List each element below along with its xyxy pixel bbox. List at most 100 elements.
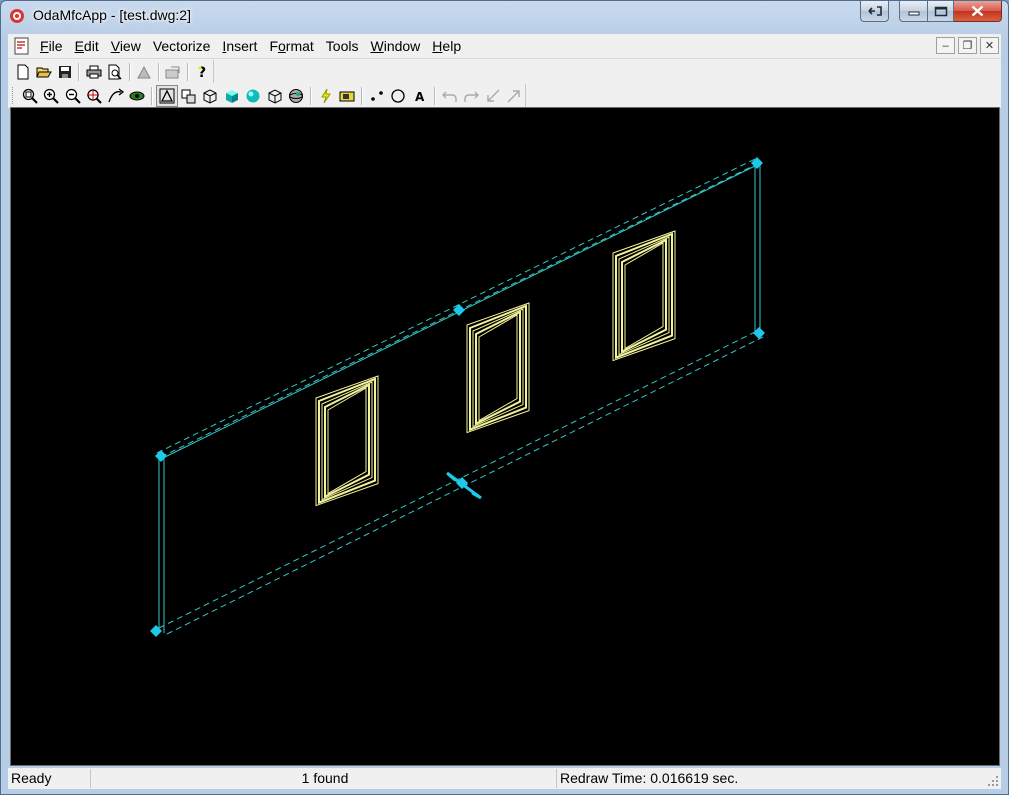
circle-button[interactable] xyxy=(388,85,410,107)
open-folder-icon xyxy=(35,67,52,77)
standard-toolbar: ? xyxy=(8,60,214,83)
2d-wireframe-icon xyxy=(159,88,175,103)
restore-window-icon xyxy=(867,6,882,16)
menu-file-rest: ile xyxy=(48,38,63,54)
menu-tools[interactable]: Tools xyxy=(320,34,365,58)
new-button[interactable] xyxy=(12,61,33,83)
redo-button[interactable] xyxy=(460,85,482,107)
flat-shaded-button[interactable] xyxy=(221,85,243,107)
render-icon xyxy=(339,91,355,101)
hidden-line-button[interactable] xyxy=(178,85,200,107)
2d-wireframe-button[interactable] xyxy=(156,84,178,107)
mdi-close-button[interactable]: ✕ xyxy=(980,37,999,54)
arrow-ne-button[interactable] xyxy=(503,85,525,107)
drawing-viewport[interactable] xyxy=(10,107,1000,766)
maximize-button[interactable] xyxy=(928,1,954,22)
zoom-extents-button[interactable] xyxy=(84,85,106,107)
separator xyxy=(151,86,154,105)
window-title: OdaMfcApp - [test.dwg:2] xyxy=(33,7,191,23)
text-icon: A xyxy=(415,90,425,104)
toolbar-grip[interactable] xyxy=(12,87,16,104)
print-icon xyxy=(86,65,102,78)
save-button[interactable] xyxy=(54,61,75,83)
render-button[interactable] xyxy=(337,85,359,107)
menu-view[interactable]: View xyxy=(105,34,147,58)
minimize-button[interactable] xyxy=(899,1,928,22)
title-bar[interactable]: OdaMfcApp - [test.dwg:2] xyxy=(1,1,1008,31)
menu-file[interactable]: File xyxy=(37,34,69,58)
pageset-button[interactable] xyxy=(134,61,155,83)
open-button[interactable] xyxy=(33,61,54,83)
window-1-frame-1 xyxy=(318,377,376,505)
mdi-minimize-button[interactable]: – xyxy=(936,37,955,54)
menu-help[interactable]: Help xyxy=(426,34,467,58)
regen-button[interactable] xyxy=(315,85,337,107)
pan-icon xyxy=(108,87,124,102)
menu-window[interactable]: Window xyxy=(364,34,426,58)
view-toolbar: A xyxy=(8,84,526,107)
minimize-icon xyxy=(908,11,919,16)
grip-bottom-left xyxy=(150,625,162,637)
menu-vectorize[interactable]: Vectorize xyxy=(147,34,217,58)
print-button[interactable] xyxy=(83,61,104,83)
arrow-sw-button[interactable] xyxy=(482,85,504,107)
orbit-button[interactable] xyxy=(127,85,149,107)
help-button[interactable]: ? xyxy=(192,61,213,83)
orbit-icon xyxy=(129,91,145,100)
gouraud-shaded-button[interactable] xyxy=(242,85,264,107)
zoom-in-button[interactable] xyxy=(40,85,62,107)
separator xyxy=(128,62,131,81)
flat-shaded-icon xyxy=(225,89,238,103)
cad-drawing[interactable] xyxy=(11,108,999,765)
mdi-restore-icon: ❐ xyxy=(962,40,973,52)
help-icon: ? xyxy=(198,65,206,80)
window-2-frame-4 xyxy=(478,314,518,422)
3d-wireframe-icon xyxy=(203,88,217,104)
circle-icon xyxy=(391,88,406,103)
gouraud-edges-button[interactable] xyxy=(286,85,308,107)
window-1-frame-2 xyxy=(321,381,373,501)
status-ready: Ready xyxy=(11,770,52,786)
flat-edges-icon xyxy=(268,88,282,104)
mdi-close-icon: ✕ xyxy=(984,40,995,52)
print-preview-button[interactable] xyxy=(105,61,126,83)
resize-grip-icon[interactable] xyxy=(987,775,999,787)
hidden-line-icon xyxy=(181,89,196,103)
pan-button[interactable] xyxy=(105,85,127,107)
point-icon xyxy=(371,90,383,101)
undo-button[interactable] xyxy=(439,85,461,107)
mdi-restore-button[interactable]: ❐ xyxy=(958,37,977,54)
gouraud-edges-icon xyxy=(289,88,304,103)
3d-wireframe-button[interactable] xyxy=(199,85,221,107)
close-button[interactable] xyxy=(954,1,1002,22)
maximize-icon xyxy=(934,6,947,16)
status-found: 1 found xyxy=(90,769,556,788)
regen-icon xyxy=(320,88,331,103)
window-1-frame-4 xyxy=(327,387,367,495)
restore-app-button[interactable] xyxy=(860,1,889,22)
menu-bar: File Edit View Vectorize Insert Format T… xyxy=(8,34,1001,58)
point-button[interactable] xyxy=(366,85,388,107)
separator xyxy=(186,62,189,81)
flat-edges-button[interactable] xyxy=(264,85,286,107)
document-icon[interactable] xyxy=(12,36,32,56)
window-1-frame-3 xyxy=(324,383,370,499)
export-button[interactable] xyxy=(163,61,184,83)
text-button[interactable]: A xyxy=(409,85,431,107)
redo-icon xyxy=(464,91,480,102)
gouraud-shaded-icon xyxy=(246,89,260,102)
zoom-out-button[interactable] xyxy=(62,85,84,107)
zoom-in-icon xyxy=(44,88,59,104)
separator xyxy=(433,86,436,105)
menu-insert[interactable]: Insert xyxy=(216,34,263,58)
arrow-ne-icon xyxy=(507,89,520,102)
menu-format[interactable]: Format xyxy=(263,34,319,58)
separator xyxy=(310,86,313,105)
zoom-window-button[interactable] xyxy=(19,85,41,107)
pageset-icon xyxy=(137,65,152,78)
window-3-frame-2 xyxy=(618,236,670,356)
window-2-frame-2 xyxy=(472,308,524,428)
export-icon xyxy=(165,66,180,78)
app-window: OdaMfcApp - [test.dwg:2] File Edit View … xyxy=(0,0,1009,795)
menu-edit[interactable]: Edit xyxy=(69,34,105,58)
